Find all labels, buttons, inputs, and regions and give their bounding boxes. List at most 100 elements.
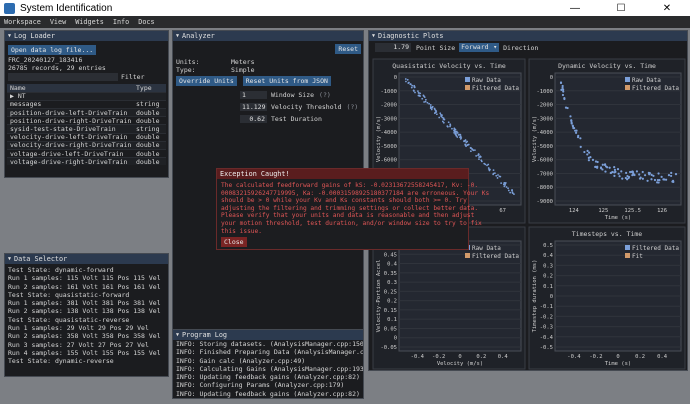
acc-xtick: 0.2 bbox=[476, 354, 486, 360]
row-name: position-drive-right-DriveTrain bbox=[10, 116, 132, 125]
acc-ytick: 0.3 bbox=[387, 280, 397, 286]
row-name: velocity-drive-left-DriveTrain bbox=[10, 133, 128, 142]
qv-data-point bbox=[472, 149, 475, 152]
collapse-triangle-icon[interactable]: ▼ bbox=[8, 33, 11, 39]
row-type: double bbox=[136, 157, 160, 166]
dv-data-point bbox=[577, 134, 580, 137]
qv-data-point bbox=[463, 140, 465, 143]
qv-data-point bbox=[480, 160, 483, 163]
table-row[interactable]: position-drive-right-DriveTrain double bbox=[7, 116, 166, 125]
point-size-slider[interactable]: 1.79 bbox=[375, 43, 411, 52]
acc-ytick: 0.4 bbox=[387, 262, 398, 268]
ts-xlabel: Time (s) bbox=[605, 361, 632, 367]
window-titlebar: System Identification — ☐ ✕ bbox=[0, 0, 690, 16]
collapse-triangle-icon[interactable]: ▼ bbox=[372, 33, 375, 39]
record-info: 26785 records, 29 entries bbox=[8, 63, 106, 72]
qv-ytick: -4000 bbox=[380, 130, 397, 136]
column-type[interactable]: Type bbox=[136, 84, 163, 92]
log-loader-header[interactable]: ▼ Log Loader bbox=[5, 31, 168, 41]
table-row[interactable]: voltage-drive-left-DriveTrain double bbox=[7, 148, 166, 158]
dv-data-point bbox=[616, 168, 620, 171]
menu-info[interactable]: Info bbox=[113, 18, 129, 26]
units-row: Units: Meters bbox=[176, 58, 360, 66]
dv-data-point bbox=[564, 106, 568, 109]
menu-docs[interactable]: Docs bbox=[138, 18, 154, 26]
menu-view[interactable]: View bbox=[50, 18, 66, 26]
ts-ylabel: Timestep duration (ms) bbox=[532, 260, 538, 333]
table-row[interactable]: voltage-drive-right-DriveTrain double bbox=[7, 157, 166, 166]
qv-data-point bbox=[417, 92, 420, 94]
menu-workspace[interactable]: Workspace bbox=[4, 18, 41, 26]
qv-ytick: -2000 bbox=[380, 103, 397, 109]
table-row[interactable]: sysid-test-state-DriveTrain string bbox=[7, 124, 166, 133]
window-size-input[interactable]: 1 bbox=[240, 91, 267, 99]
collapse-triangle-icon[interactable]: ▼ bbox=[176, 33, 179, 39]
close-window-button[interactable]: ✕ bbox=[644, 0, 690, 16]
ts-ytick: -0.1 bbox=[540, 304, 553, 310]
dv-data-point bbox=[674, 172, 678, 176]
table-row[interactable]: ▶ NT bbox=[7, 91, 166, 100]
table-header: Name Type bbox=[7, 83, 166, 92]
window-size-help-icon[interactable]: (?) bbox=[319, 91, 331, 99]
dv-xtick: 126 bbox=[657, 208, 667, 214]
reset-units-json-button[interactable]: Reset Units from JSON bbox=[242, 76, 331, 86]
row-name: voltage-drive-right-DriveTrain bbox=[10, 157, 128, 166]
dv-ytick: -4000 bbox=[536, 130, 553, 136]
qv-data-point bbox=[488, 169, 491, 172]
analyzer-header[interactable]: ▼ Analyzer bbox=[173, 31, 363, 41]
qv-data-point bbox=[511, 189, 513, 192]
table-row[interactable]: position-drive-left-DriveTrain double bbox=[7, 107, 166, 117]
qv-ytick: -3000 bbox=[380, 116, 397, 122]
dv-xtick: 125.5 bbox=[624, 208, 641, 214]
exception-close-button[interactable]: Close bbox=[221, 237, 247, 248]
minimize-button[interactable]: — bbox=[552, 0, 598, 16]
collapse-triangle-icon[interactable]: ▼ bbox=[8, 256, 11, 262]
qv-data-point bbox=[431, 106, 434, 109]
velocity-threshold-help-icon[interactable]: (?) bbox=[346, 103, 358, 111]
table-row[interactable]: velocity-drive-left-DriveTrain double bbox=[7, 132, 166, 142]
exception-message-line: adjusting the filtering and trimming set… bbox=[221, 204, 479, 212]
qv-data-point bbox=[418, 94, 421, 97]
dv-ytick: -1000 bbox=[536, 89, 553, 95]
column-name[interactable]: Name bbox=[10, 84, 26, 92]
menu-widgets[interactable]: Widgets bbox=[75, 18, 104, 26]
test-duration-slider[interactable]: 0.62 bbox=[240, 115, 267, 123]
qv-data-point bbox=[438, 116, 441, 119]
dv-data-point bbox=[639, 176, 642, 179]
data-selector-header[interactable]: ▼ Data Selector bbox=[5, 254, 168, 264]
filter-input[interactable] bbox=[8, 73, 118, 82]
ts-plot-title: Timesteps vs. Time bbox=[572, 230, 643, 238]
dv-data-point bbox=[609, 171, 612, 175]
reset-button[interactable]: Reset bbox=[335, 44, 361, 54]
qv-data-point bbox=[464, 139, 467, 141]
qv-data-point bbox=[492, 172, 495, 175]
collapse-triangle-icon[interactable]: ▼ bbox=[176, 332, 179, 338]
dv-data-point bbox=[618, 175, 621, 178]
dv-data-point bbox=[620, 170, 623, 173]
ts-ytick: 0.1 bbox=[543, 284, 553, 290]
acc-ytick: 0 bbox=[394, 336, 397, 342]
diagnostic-plots-header[interactable]: ▼ Diagnostic Plots bbox=[369, 31, 687, 41]
qv-data-point bbox=[428, 102, 430, 105]
override-units-button[interactable]: Override Units bbox=[176, 76, 237, 86]
table-row[interactable]: messages string bbox=[7, 99, 166, 108]
acc-xtick: 0 bbox=[458, 354, 461, 360]
exception-title: Exception Caught! bbox=[217, 169, 468, 179]
qv-data-point bbox=[484, 163, 487, 166]
table-row[interactable]: velocity-drive-right-DriveTrain double bbox=[7, 140, 166, 149]
velocity-threshold-input[interactable]: 11.129 bbox=[240, 103, 267, 111]
exception-message-line: 00083215926247719995, Ka: -0.00031598925… bbox=[221, 189, 490, 197]
dv-data-point bbox=[626, 174, 629, 178]
ts-ytick: 0 bbox=[550, 294, 553, 300]
acc-ytick: 0.35 bbox=[384, 271, 397, 277]
qv-data-point bbox=[417, 90, 419, 92]
qv-data-point bbox=[496, 177, 499, 179]
qv-data-point bbox=[503, 185, 506, 188]
dv-data-point bbox=[604, 170, 607, 173]
dv-data-point bbox=[579, 145, 582, 148]
program-log-header[interactable]: ▼ Program Log bbox=[173, 330, 363, 340]
open-log-file-button[interactable]: Open data log file... bbox=[8, 45, 97, 55]
maximize-button[interactable]: ☐ bbox=[598, 0, 644, 16]
dv-data-point bbox=[586, 153, 589, 156]
direction-select[interactable]: Forward ▾ bbox=[459, 43, 500, 52]
